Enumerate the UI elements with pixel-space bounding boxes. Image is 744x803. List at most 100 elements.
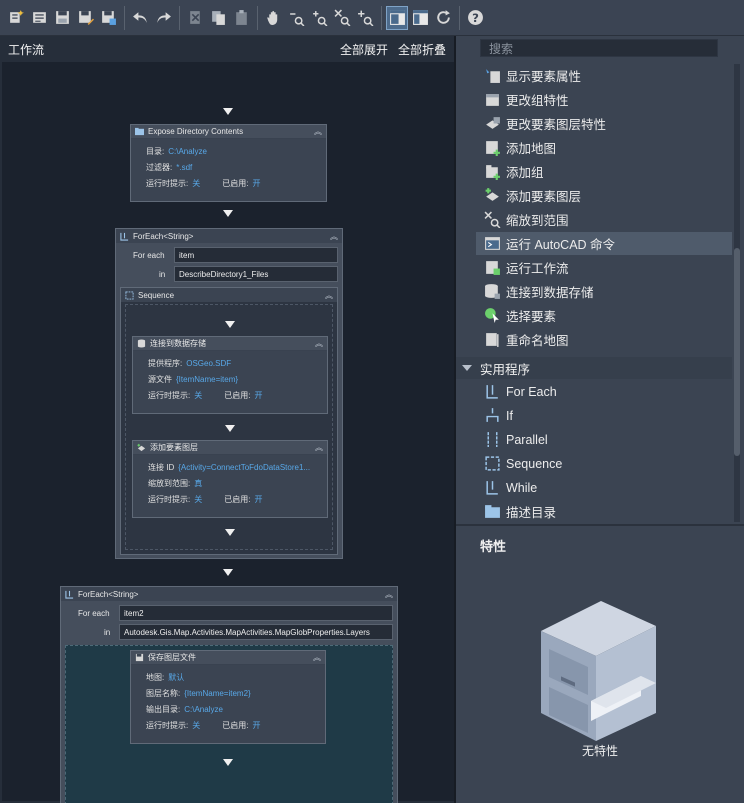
activity-foreach-1[interactable]: ForEach<String> ︽ For each item in Descr… xyxy=(115,228,343,559)
activity-add-feature-layer[interactable]: 添加要素图层 ︽ 连接 ID {Activity=ConnectToFdoData… xyxy=(132,440,328,518)
activity-connect-datastore[interactable]: 连接到数据存储 ︽ 提供程序: OSGeo.SDF 源文件 {ItemName=it… xyxy=(132,336,328,414)
save-as-icon[interactable] xyxy=(74,6,96,30)
source-value[interactable]: {ItemName=item} xyxy=(176,375,238,384)
layout-horizontal-icon[interactable] xyxy=(386,5,408,30)
zoom-label: 缩放到范围: xyxy=(148,478,191,488)
enabled-value[interactable]: 开 xyxy=(252,720,260,731)
palette-item-run-autocad-command[interactable]: 运行 AutoCAD 命令 xyxy=(476,232,732,255)
layout-vertical-icon[interactable] xyxy=(409,6,431,30)
palette-item-add-map[interactable]: 添加地图 xyxy=(476,136,734,159)
collapse-icon[interactable]: ︽ xyxy=(315,442,323,453)
open-workflow-icon[interactable] xyxy=(28,6,50,30)
zoom-out-icon[interactable] xyxy=(285,6,307,30)
palette-item-parallel[interactable]: Parallel xyxy=(476,428,734,451)
activity-header: 添加要素图层 ︽ xyxy=(133,441,327,455)
filter-value[interactable]: *.sdf xyxy=(176,163,192,172)
prompt-value[interactable]: 关 xyxy=(192,720,200,731)
palette-item-label: Sequence xyxy=(506,456,563,471)
help-icon[interactable]: ? xyxy=(464,6,486,30)
activity-palette: 搜索 显示要素属性 更改组特性 更改要素图层特性 添加地图 添加组 添加要素图层… xyxy=(456,36,744,803)
paste-icon[interactable] xyxy=(230,6,252,30)
zoom-value[interactable]: 真 xyxy=(194,478,202,489)
collapse-icon[interactable]: ︽ xyxy=(315,338,323,349)
activity-foreach-2[interactable]: ForEach<String> ︽ For each item2 in Auto… xyxy=(60,586,398,803)
connection-value[interactable]: {Activity=ConnectToFdoDataStore1... xyxy=(178,463,310,472)
palette-item-zoom-extents[interactable]: 缩放到范围 xyxy=(476,208,734,231)
collapse-icon[interactable]: ︽ xyxy=(314,126,322,137)
toolbar-divider xyxy=(179,5,180,30)
refresh-icon[interactable] xyxy=(432,6,454,30)
foreach-icon xyxy=(486,385,498,399)
directory-value[interactable]: C:\Analyze xyxy=(168,147,207,156)
palette-item-add-feature-layer[interactable]: 添加要素图层 xyxy=(476,184,734,207)
prompt-value[interactable]: 关 xyxy=(192,178,200,189)
palette-item-select-features[interactable]: 选择要素 xyxy=(476,304,734,327)
search-input[interactable]: 搜索 xyxy=(480,39,718,57)
collapse-icon[interactable]: ︽ xyxy=(325,290,333,301)
toolbar: ? xyxy=(0,0,744,36)
for-each-field[interactable]: item xyxy=(174,247,338,263)
palette-item-change-layer-properties[interactable]: 更改要素图层特性 xyxy=(476,112,734,135)
if-icon xyxy=(486,408,499,422)
export-icon[interactable] xyxy=(97,6,119,30)
collapse-icon[interactable]: ︽ xyxy=(330,231,338,242)
collapse-icon[interactable]: ︽ xyxy=(313,652,321,663)
provider-value[interactable]: OSGeo.SDF xyxy=(186,359,231,368)
for-each-label: For each xyxy=(78,609,110,618)
flow-arrow xyxy=(223,210,233,217)
in-field[interactable]: Autodesk.Gis.Map.Activities.MapActivitie… xyxy=(119,624,393,640)
palette-item-label: 添加组 xyxy=(506,166,544,180)
palette-item-show-feature-properties[interactable]: 显示要素属性 xyxy=(476,64,734,87)
palette-item-while[interactable]: While xyxy=(476,476,734,499)
palette-item-label: 选择要素 xyxy=(506,310,557,324)
palette-scroll-thumb[interactable] xyxy=(734,248,740,456)
map-row: 地图: 默认 xyxy=(146,669,325,685)
collapse-all-button[interactable]: 全部折叠 xyxy=(398,41,446,58)
add-group-icon xyxy=(486,165,500,180)
zoom-window-icon[interactable] xyxy=(354,6,376,30)
activity-save-layer-file[interactable]: 保存图层文件 ︽ 地图: 默认 图层名称: {ItemName=item2} 输出目… xyxy=(130,650,326,744)
palette-item-add-group[interactable]: 添加组 xyxy=(476,160,734,183)
enabled-label: 已启用: xyxy=(222,720,249,730)
foreach-body[interactable]: 保存图层文件 ︽ 地图: 默认 图层名称: {ItemName=item2} 输出目… xyxy=(65,645,393,803)
enabled-value[interactable]: 开 xyxy=(252,178,260,189)
enabled-value[interactable]: 开 xyxy=(254,390,262,401)
redo-icon[interactable] xyxy=(152,6,174,30)
zoom-extents-icon[interactable] xyxy=(331,6,353,30)
undo-icon[interactable] xyxy=(129,6,151,30)
copy-icon[interactable] xyxy=(207,6,229,30)
sequence-container[interactable]: Sequence ︽ 连接到数据存储 ︽ 提供程序: OSGeo.SDF 源文件 {… xyxy=(120,287,338,555)
expand-all-button[interactable]: 全部展开 xyxy=(340,41,388,58)
cut-icon[interactable] xyxy=(184,6,206,30)
folder-icon xyxy=(135,127,144,136)
for-each-field[interactable]: item2 xyxy=(119,605,393,621)
palette-item-describe-directory[interactable]: 描述目录 xyxy=(476,500,734,523)
flow-arrow xyxy=(225,321,235,328)
enabled-value[interactable]: 开 xyxy=(254,494,262,505)
palette-item-sequence[interactable]: Sequence xyxy=(476,452,734,475)
activity-expose-directory[interactable]: Expose Directory Contents ︽ 目录: C:\Analyz… xyxy=(130,124,327,202)
palette-item-change-group-properties[interactable]: 更改组特性 xyxy=(476,88,734,111)
prompt-value[interactable]: 关 xyxy=(194,494,202,505)
layer-name-value[interactable]: {ItemName=item2} xyxy=(184,689,250,698)
output-dir-row: 输出目录: C:\Analyze xyxy=(146,701,325,717)
palette-item-rename-map[interactable]: 重命名地图 xyxy=(476,328,734,351)
palette-item-run-workflow[interactable]: 运行工作流 xyxy=(476,256,734,279)
output-dir-value[interactable]: C:\Analyze xyxy=(184,705,223,714)
activity-title: ForEach<String> xyxy=(78,589,139,599)
palette-item-connect-datastore[interactable]: 连接到数据存储 xyxy=(476,280,734,303)
utilities-group-header[interactable]: 实用程序 xyxy=(456,357,732,379)
workflow-canvas[interactable]: Expose Directory Contents ︽ 目录: C:\Analyz… xyxy=(2,62,454,803)
sequence-title: Sequence xyxy=(138,290,175,300)
new-workflow-icon[interactable] xyxy=(5,6,27,30)
zoom-in-icon[interactable] xyxy=(308,6,330,30)
palette-item-if[interactable]: If xyxy=(476,404,734,427)
in-field[interactable]: DescribeDirectory1_Files xyxy=(174,266,338,282)
pan-icon[interactable] xyxy=(262,6,284,30)
prompt-value[interactable]: 关 xyxy=(194,390,202,401)
map-value[interactable]: 默认 xyxy=(168,672,184,683)
prompt-label: 运行时提示: xyxy=(148,494,191,504)
palette-item-foreach[interactable]: For Each xyxy=(476,380,734,403)
collapse-icon[interactable]: ︽ xyxy=(385,589,393,600)
save-icon[interactable] xyxy=(51,6,73,30)
